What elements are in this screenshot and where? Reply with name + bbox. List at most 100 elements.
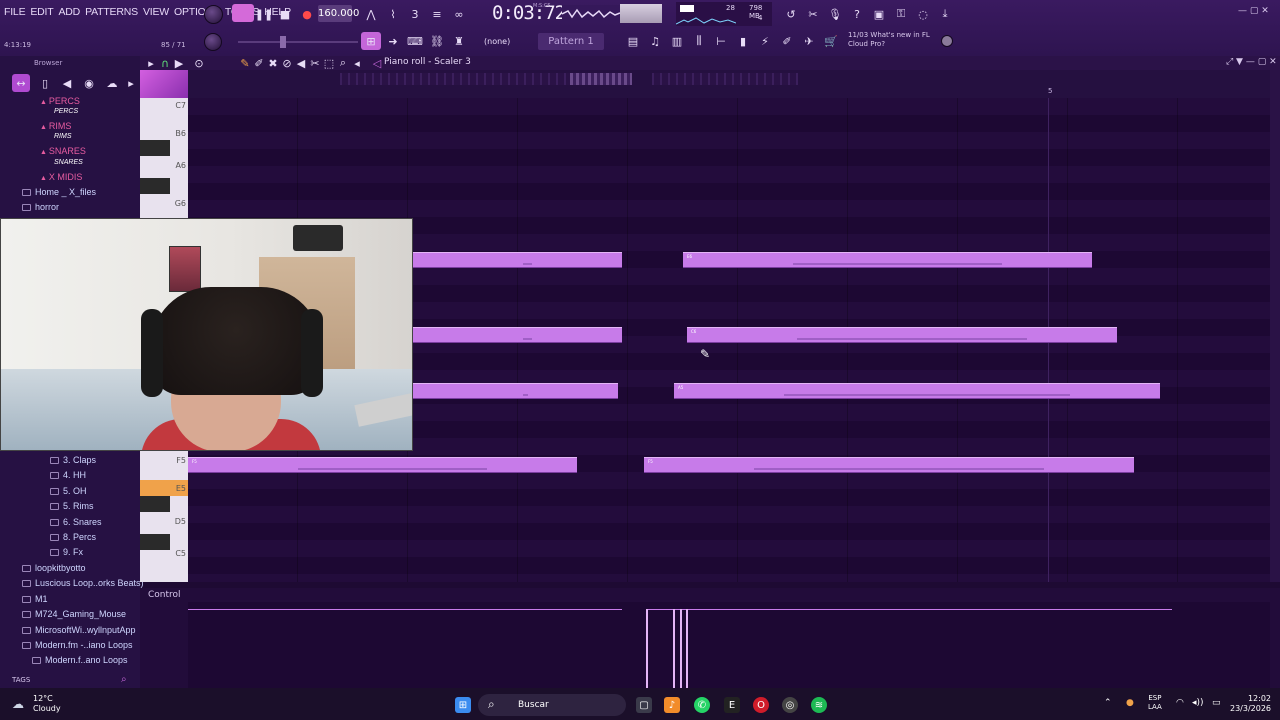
piano-roll-window-controls[interactable]: ⤢ ▼ — ▢ ✕ (1226, 57, 1277, 67)
browser-item[interactable]: MicrosoftWi..wyllnputApp (22, 625, 136, 635)
undo-icon[interactable]: ↺ (782, 5, 800, 23)
cloud-icon[interactable]: ☁ (103, 74, 121, 92)
midi-note[interactable] (413, 327, 622, 343)
menu-file[interactable]: FILE (4, 6, 26, 18)
channel-rack-icon[interactable]: ▥ (668, 32, 686, 50)
opera-icon[interactable]: O (753, 697, 769, 713)
browser-item[interactable]: 8. Percs (50, 532, 96, 542)
midi-note[interactable]: F5 (644, 457, 1134, 473)
velocity-lane[interactable] (188, 602, 1270, 688)
browser-item[interactable]: Home _ X_files (22, 187, 96, 197)
mic-icon[interactable]: 🎙 (826, 5, 844, 23)
browser-item[interactable]: loopkitbyotto (22, 563, 86, 573)
browser-item[interactable]: 6. Snares (50, 517, 102, 527)
metronome-icon[interactable]: ⋀ (362, 5, 380, 23)
snap-icon[interactable]: ⊞ (361, 32, 381, 50)
stop-icon[interactable]: ■ (276, 5, 294, 23)
browser-item[interactable]: M1 (22, 594, 48, 604)
browser-all-icon[interactable]: ↔ (12, 74, 30, 92)
typing-keyboard-icon[interactable]: ⌨ (406, 32, 424, 50)
stretch-icon[interactable]: ✈ (800, 32, 818, 50)
fl-studio-taskbar-icon[interactable]: ♪ (664, 697, 680, 713)
battery-icon[interactable]: ▭ (1212, 698, 1221, 708)
browser-plugins-icon[interactable]: ◀ (58, 74, 76, 92)
browser-item[interactable]: 5. Rims (50, 501, 94, 511)
velocity-stem[interactable] (686, 609, 688, 688)
pause-icon[interactable]: ❚❚ (255, 5, 273, 23)
master-pitch-knob[interactable] (204, 5, 223, 24)
velocity-stem[interactable] (646, 609, 648, 688)
velocity-bar-b[interactable] (646, 609, 1172, 610)
window-controls[interactable]: — ▢ ✕ (1238, 6, 1269, 16)
time-ruler[interactable]: 5 (140, 70, 1270, 98)
browser-item[interactable]: 9. Fx (50, 547, 83, 557)
midi-note[interactable]: C6 (687, 327, 1117, 343)
gear-icon[interactable] (941, 35, 953, 47)
windows-start-icon[interactable]: ⊞ (455, 697, 471, 713)
chrome-icon[interactable]: ◎ (782, 697, 798, 713)
menu-view[interactable]: VIEW (143, 6, 169, 18)
browser-item[interactable]: M724_Gaming_Mouse (22, 609, 126, 619)
plugin-icon[interactable]: ⚿ (892, 5, 910, 23)
task-view-icon[interactable]: ▢ (636, 697, 652, 713)
control-label[interactable]: Control (148, 590, 181, 600)
pattern-song-toggle[interactable] (232, 4, 254, 22)
browser-sounds-icon[interactable]: ◉ (80, 74, 98, 92)
browser-item[interactable]: horror (22, 202, 59, 212)
black-key[interactable] (140, 496, 170, 512)
browser-item[interactable]: Modern.fm -..iano Loops (22, 640, 133, 650)
step-edit-icon[interactable]: ≡ (428, 5, 446, 23)
spotify-icon[interactable]: ≋ (811, 697, 827, 713)
chat-icon[interactable]: ◌ (914, 5, 932, 23)
main-volume-knob[interactable] (204, 33, 222, 51)
browser-item[interactable]: 4. HH (50, 470, 86, 480)
news-panel[interactable]: 11/03 What's new in FL Cloud Pro? (848, 31, 930, 49)
browser-item[interactable]: ▲ X MIDIS (40, 172, 82, 182)
velocity-bar-a[interactable] (188, 609, 622, 610)
menu-patterns[interactable]: PATTERNS (85, 6, 138, 18)
stamp-icon[interactable]: ♜ (450, 32, 468, 50)
countdown-icon[interactable]: 3 (406, 5, 424, 23)
vertical-scrollbar[interactable] (1270, 70, 1280, 582)
browser-item[interactable]: ▲ RIMS (40, 121, 71, 131)
browser-item[interactable]: ▲ SNARES (40, 146, 86, 156)
browser-search-icon[interactable]: ⌕ (121, 674, 127, 685)
channel-selector[interactable]: (none) (484, 33, 528, 50)
language-indicator[interactable]: ESP LAA (1148, 694, 1162, 712)
browser-item[interactable]: RIMS (54, 133, 72, 140)
loop-record-icon[interactable]: ∞ (450, 5, 468, 23)
overview-view-window[interactable] (570, 73, 632, 85)
browser-item[interactable]: Modern.f..ano Loops (32, 655, 128, 665)
hierarchy-icon[interactable]: ⊢ (712, 32, 730, 50)
cart-icon[interactable]: 🛒 (822, 32, 840, 50)
menu-edit[interactable]: EDIT (30, 6, 53, 18)
playlist-icon[interactable]: ▤ (624, 32, 642, 50)
plugin-picker-icon[interactable]: ⚡ (756, 32, 774, 50)
target-control-selector[interactable] (140, 70, 188, 98)
browser-next-icon[interactable]: ▸ (122, 74, 140, 92)
browser-item[interactable]: ▲ PERCS (40, 96, 80, 106)
main-pitch-slider[interactable] (238, 41, 358, 43)
arrow-icon[interactable]: ➜ (384, 32, 402, 50)
browser-item[interactable]: SNARES (54, 159, 83, 166)
velocity-stem[interactable] (673, 609, 675, 688)
help-icon[interactable]: ? (848, 5, 866, 23)
volume-icon[interactable]: ◂)) (1192, 698, 1204, 708)
midi-note[interactable] (413, 252, 622, 268)
save-icon[interactable]: ▣ (870, 5, 888, 23)
whatsapp-icon[interactable]: ✆ (694, 697, 710, 713)
tempo-display[interactable]: 160.000 (318, 5, 359, 22)
slider-handle[interactable] (280, 36, 286, 48)
tools-icon[interactable]: ✐ (778, 32, 796, 50)
midi-note[interactable]: E6 (683, 252, 1092, 268)
browser-item[interactable]: Luscious Loop..orks Beats) (22, 578, 144, 588)
black-key[interactable] (140, 178, 170, 194)
mixer-icon[interactable]: ⫼ (690, 32, 708, 50)
browser-item[interactable]: 5. OH (50, 486, 87, 496)
browser-item[interactable]: PERCS (54, 108, 78, 115)
microphone-tray-icon[interactable]: ● (1126, 698, 1134, 708)
browser-files-icon[interactable]: ▯ (36, 74, 54, 92)
record-icon[interactable]: ● (298, 5, 316, 23)
taskbar-clock[interactable]: 12:02 23/3/2026 (1230, 694, 1271, 714)
song-time-display[interactable]: 0:03:72 (492, 2, 566, 24)
